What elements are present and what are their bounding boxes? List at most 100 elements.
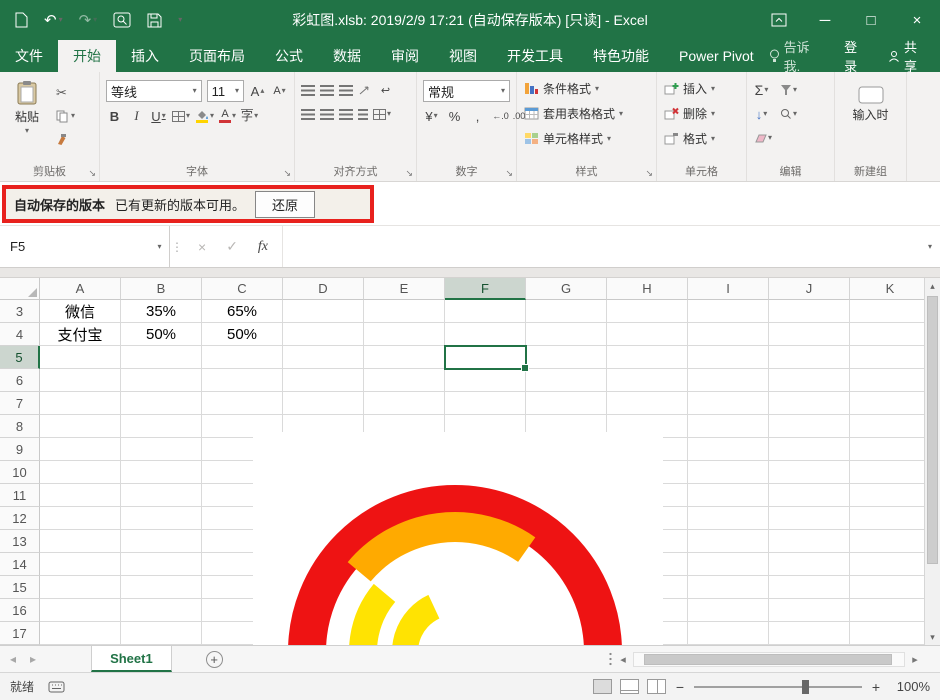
confirm-entry-button[interactable]: ✓	[226, 238, 238, 255]
insert-cells-button[interactable]: 插入 ▾	[661, 76, 742, 101]
page-layout-view-button[interactable]	[620, 679, 639, 694]
format-cells-button[interactable]: 格式 ▾	[661, 126, 742, 151]
name-box-dropdown[interactable]: ▾	[150, 226, 170, 267]
name-box[interactable]: F5	[0, 226, 150, 267]
sign-in-button[interactable]: 登录	[844, 37, 870, 75]
tab-特色功能[interactable]: 特色功能	[578, 40, 664, 72]
decrease-font-button[interactable]: A ▾	[271, 81, 288, 101]
format-painter-button[interactable]	[56, 130, 75, 148]
percent-style-button[interactable]: %	[446, 106, 463, 126]
conditional-formatting-button[interactable]: 条件格式 ▾	[521, 76, 652, 101]
cut-button[interactable]: ✂	[56, 84, 75, 102]
increase-decimal-button[interactable]: ←.0	[492, 106, 509, 126]
normal-view-button[interactable]	[593, 679, 612, 694]
column-header-D[interactable]: D	[283, 278, 364, 300]
accounting-format-button[interactable]: ¥ ▾	[423, 106, 440, 126]
column-header-G[interactable]: G	[526, 278, 607, 300]
font-name-combo[interactable]: 等线 ▾	[106, 80, 202, 102]
share-button[interactable]: 共享	[888, 37, 930, 75]
page-break-view-button[interactable]	[647, 679, 666, 694]
add-sheet-button[interactable]: +	[205, 650, 223, 668]
wrap-text-button[interactable]: ↩	[377, 80, 394, 100]
horizontal-scroll-thumb[interactable]	[644, 653, 892, 665]
scroll-down-button[interactable]: ▾	[925, 629, 940, 645]
clear-button[interactable]: ▾	[753, 128, 772, 148]
column-header-F[interactable]: F	[445, 278, 526, 300]
tell-me-button[interactable]: 告诉我.	[769, 37, 826, 75]
cell-styles-button[interactable]: 单元格样式 ▾	[521, 126, 652, 151]
column-header-C[interactable]: C	[202, 278, 283, 300]
sheet-tab-sheet1[interactable]: Sheet1	[91, 646, 172, 672]
orientation-icon[interactable]	[358, 84, 372, 96]
zoom-level-label[interactable]: 100%	[890, 679, 930, 694]
formula-input[interactable]	[282, 226, 920, 267]
save-button[interactable]	[147, 13, 162, 28]
align-bottom-icon[interactable]	[339, 84, 353, 96]
align-middle-icon[interactable]	[320, 84, 334, 96]
select-all-corner[interactable]	[0, 278, 40, 300]
horizontal-scroll-track[interactable]	[633, 651, 905, 667]
column-header-J[interactable]: J	[769, 278, 850, 300]
phonetic-guide-button[interactable]: 字 ▾	[241, 106, 258, 126]
tab-Power Pivot[interactable]: Power Pivot	[664, 40, 769, 72]
vertical-scrollbar[interactable]: ▴ ▾	[924, 278, 940, 645]
delete-cells-button[interactable]: 删除 ▾	[661, 101, 742, 126]
close-button[interactable]: ×	[894, 0, 940, 40]
tab-审阅[interactable]: 审阅	[376, 40, 434, 72]
tab-文件[interactable]: 文件	[0, 40, 58, 72]
cancel-entry-button[interactable]: ×	[198, 239, 206, 255]
format-as-table-button[interactable]: 套用表格格式 ▾	[521, 101, 652, 126]
scroll-right-button[interactable]: ▸	[908, 653, 922, 666]
bold-button[interactable]: B	[106, 106, 123, 126]
custom-input-button[interactable]: 输入时	[848, 82, 894, 123]
column-header-B[interactable]: B	[121, 278, 202, 300]
undo-button[interactable]: ↶ ▾	[44, 11, 63, 29]
formula-bar-resize-handle[interactable]: ⋮	[170, 226, 184, 267]
expand-formula-bar-button[interactable]: ▾	[920, 226, 940, 267]
previous-sheet-button[interactable]: ◂	[10, 652, 16, 666]
font-color-button[interactable]: A ▾	[219, 106, 236, 126]
decrease-indent-icon[interactable]	[358, 108, 368, 120]
macro-record-icon[interactable]	[48, 681, 65, 693]
scrollbar-resize-handle[interactable]	[608, 652, 613, 666]
tab-视图[interactable]: 视图	[434, 40, 492, 72]
column-header-E[interactable]: E	[364, 278, 445, 300]
vertical-scroll-thumb[interactable]	[927, 296, 938, 564]
zoom-in-button[interactable]: +	[870, 679, 882, 695]
redo-button[interactable]: ↷ ▾	[79, 11, 98, 29]
column-header-H[interactable]: H	[607, 278, 688, 300]
tab-开发工具[interactable]: 开发工具	[492, 40, 578, 72]
align-center-icon[interactable]	[320, 108, 334, 120]
zoom-slider-thumb[interactable]	[801, 679, 809, 694]
find-select-button[interactable]: ▾	[780, 104, 797, 124]
insert-function-button[interactable]: fx	[258, 239, 268, 255]
zoom-out-button[interactable]: −	[674, 679, 686, 695]
zoom-slider[interactable]	[694, 679, 862, 694]
align-left-icon[interactable]	[301, 108, 315, 120]
document-icon[interactable]	[14, 12, 28, 28]
next-sheet-button[interactable]: ▸	[30, 652, 36, 666]
selected-cell-outline[interactable]	[444, 345, 529, 372]
borders-button[interactable]: ▾	[172, 106, 190, 126]
paste-button[interactable]: 粘贴 ▾	[4, 76, 50, 148]
autosum-button[interactable]: Σ ▾	[753, 80, 770, 100]
ribbon-display-options-button[interactable]	[756, 0, 802, 40]
comma-style-button[interactable]: ,	[469, 106, 486, 126]
scroll-left-button[interactable]: ◂	[616, 653, 630, 666]
search-tool-button[interactable]	[113, 12, 131, 28]
maximize-button[interactable]: □	[848, 0, 894, 40]
fill-color-button[interactable]: ▾	[195, 106, 214, 126]
tab-公式[interactable]: 公式	[260, 40, 318, 72]
tab-开始[interactable]: 开始	[58, 40, 116, 72]
merge-center-button[interactable]: ▾	[373, 104, 391, 124]
underline-button[interactable]: U ▾	[150, 106, 167, 126]
font-size-combo[interactable]: 11 ▾	[206, 80, 244, 102]
scroll-up-button[interactable]: ▴	[925, 278, 940, 294]
qat-customize-button[interactable]: ▾	[178, 16, 182, 24]
align-top-icon[interactable]	[301, 84, 315, 96]
align-right-icon[interactable]	[339, 108, 353, 120]
number-format-combo[interactable]: 常规 ▾	[423, 80, 510, 102]
copy-button[interactable]: ▾	[56, 107, 75, 125]
minimize-button[interactable]: ─	[802, 0, 848, 40]
tab-数据[interactable]: 数据	[318, 40, 376, 72]
